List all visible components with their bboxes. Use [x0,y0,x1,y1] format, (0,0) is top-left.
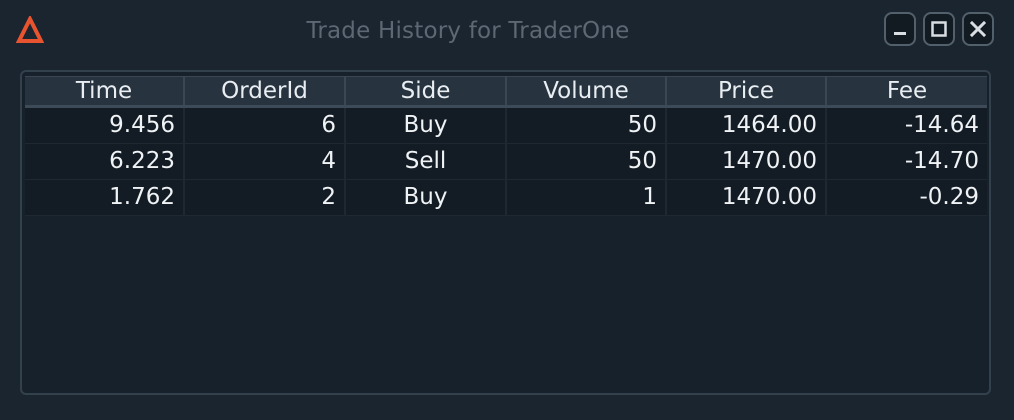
cell-side: Buy [345,179,507,216]
title-bar[interactable]: Trade History for TraderOne [0,0,1014,60]
cell-price: 1470.00 [666,143,827,180]
minimize-button[interactable] [884,12,916,46]
maximize-icon [930,20,948,38]
cell-order-id: 2 [184,179,346,216]
column-header-order-id[interactable]: OrderId [184,76,346,108]
cell-order-id: 4 [184,143,346,180]
close-icon [969,20,987,38]
trade-history-table: Time OrderId Side Volume Price Fee 9.456… [25,76,987,216]
minimize-icon [892,21,908,37]
column-header-side[interactable]: Side [345,76,507,108]
cell-fee: -14.64 [826,106,987,144]
window-title: Trade History for TraderOne [306,18,630,44]
table-row[interactable]: 9.456 6 Buy 50 1464.00 -14.64 [25,106,987,144]
cell-volume: 50 [506,106,667,144]
table-header-row: Time OrderId Side Volume Price Fee [25,76,987,108]
trade-history-window: Trade History for TraderOne Time OrderId… [0,0,1014,420]
table-row[interactable]: 6.223 4 Sell 50 1470.00 -14.70 [25,143,987,180]
cell-fee: -0.29 [826,179,987,216]
cell-time: 6.223 [25,143,185,180]
column-header-time[interactable]: Time [25,76,185,108]
column-header-volume[interactable]: Volume [506,76,667,108]
maximize-button[interactable] [923,12,955,46]
cell-volume: 50 [506,143,667,180]
cell-side: Buy [345,106,507,144]
cell-fee: -14.70 [826,143,987,180]
table-row[interactable]: 1.762 2 Buy 1 1470.00 -0.29 [25,179,987,216]
cell-time: 1.762 [25,179,185,216]
cell-side: Sell [345,143,507,180]
cell-time: 9.456 [25,106,185,144]
close-button[interactable] [962,12,994,46]
cell-price: 1470.00 [666,179,827,216]
trade-table-panel: Time OrderId Side Volume Price Fee 9.456… [20,70,991,395]
column-header-fee[interactable]: Fee [826,76,987,108]
column-header-price[interactable]: Price [666,76,827,108]
cell-order-id: 6 [184,106,346,144]
cell-price: 1464.00 [666,106,827,144]
cell-volume: 1 [506,179,667,216]
